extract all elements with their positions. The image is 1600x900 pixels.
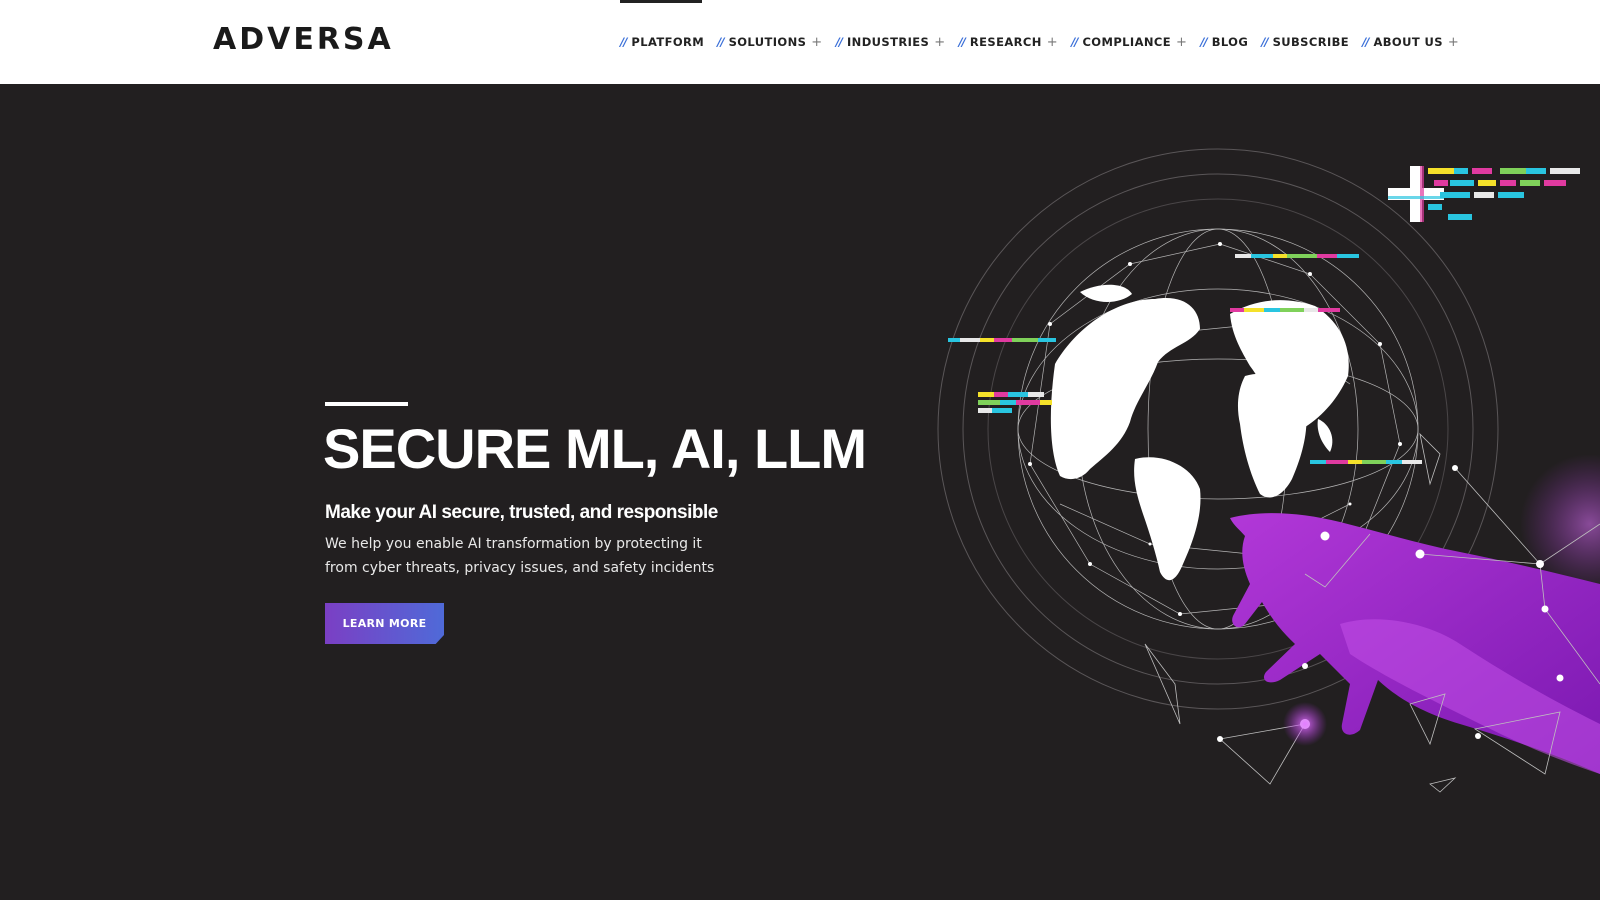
nav-separator: // [717, 35, 724, 49]
nav-separator: // [1362, 35, 1369, 49]
globe-illustration [937, 148, 1600, 793]
glow-node [1283, 702, 1327, 746]
plus-icon: + [1447, 34, 1460, 50]
nav-label: PLATFORM [631, 35, 705, 49]
nav-label: SOLUTIONS [728, 35, 807, 49]
nav-label: ABOUT US [1373, 35, 1443, 49]
plus-icon: + [811, 34, 823, 50]
nav-separator: // [1200, 35, 1207, 49]
nav-separator: // [958, 35, 965, 49]
nav-item-solutions[interactable]: // SOLUTIONS + [717, 35, 822, 50]
nav-item-platform[interactable]: // PLATFORM [620, 0, 705, 49]
nav-label: RESEARCH [969, 35, 1042, 49]
nav-label: SUBSCRIBE [1272, 35, 1350, 49]
nav-label: BLOG [1211, 35, 1249, 49]
main-nav: // PLATFORM // SOLUTIONS + // INDUSTRIES… [620, 0, 1459, 84]
glitch-bars-icon [948, 254, 1422, 464]
nav-separator: // [1261, 35, 1268, 49]
nav-separator: // [1071, 35, 1078, 49]
nav-separator: // [620, 35, 627, 49]
hero-section: SECURE ML, AI, LLM Make your AI secure, … [0, 84, 1600, 900]
nav-item-subscribe[interactable]: // SUBSCRIBE [1261, 35, 1349, 49]
site-header: ADVERSA // PLATFORM // SOLUTIONS + // IN… [0, 0, 1600, 84]
adversa-logo[interactable]: ADVERSA [213, 21, 394, 57]
glitch-bars-icon [1428, 168, 1580, 220]
title-accent-line [325, 402, 408, 406]
nav-item-compliance[interactable]: // COMPLIANCE + [1071, 35, 1187, 50]
nav-item-research[interactable]: // RESEARCH + [958, 35, 1058, 50]
nav-separator: // [835, 35, 843, 49]
hero-description-line: We help you enable AI transformation by … [325, 536, 702, 552]
learn-more-button[interactable]: LEARN MORE [325, 603, 444, 644]
hero-title: SECURE ML, AI, LLM [323, 417, 867, 480]
nav-item-industries[interactable]: // INDUSTRIES + [836, 35, 946, 50]
nav-label: INDUSTRIES [847, 35, 930, 49]
nav-item-blog[interactable]: // BLOG [1200, 35, 1248, 49]
hero-description: We help you enable AI transformation by … [325, 532, 745, 580]
plus-icon: + [1046, 34, 1059, 50]
plus-icon: + [934, 34, 946, 50]
logo-text: ADVERSA [213, 21, 394, 57]
plus-icon: + [1175, 34, 1188, 50]
nav-label: COMPLIANCE [1082, 35, 1171, 49]
hero-subtitle: Make your AI secure, trusted, and respon… [325, 502, 718, 523]
nav-item-about-us[interactable]: // ABOUT US + [1362, 35, 1459, 50]
hero-description-line: from cyber threats, privacy issues, and … [325, 560, 715, 576]
